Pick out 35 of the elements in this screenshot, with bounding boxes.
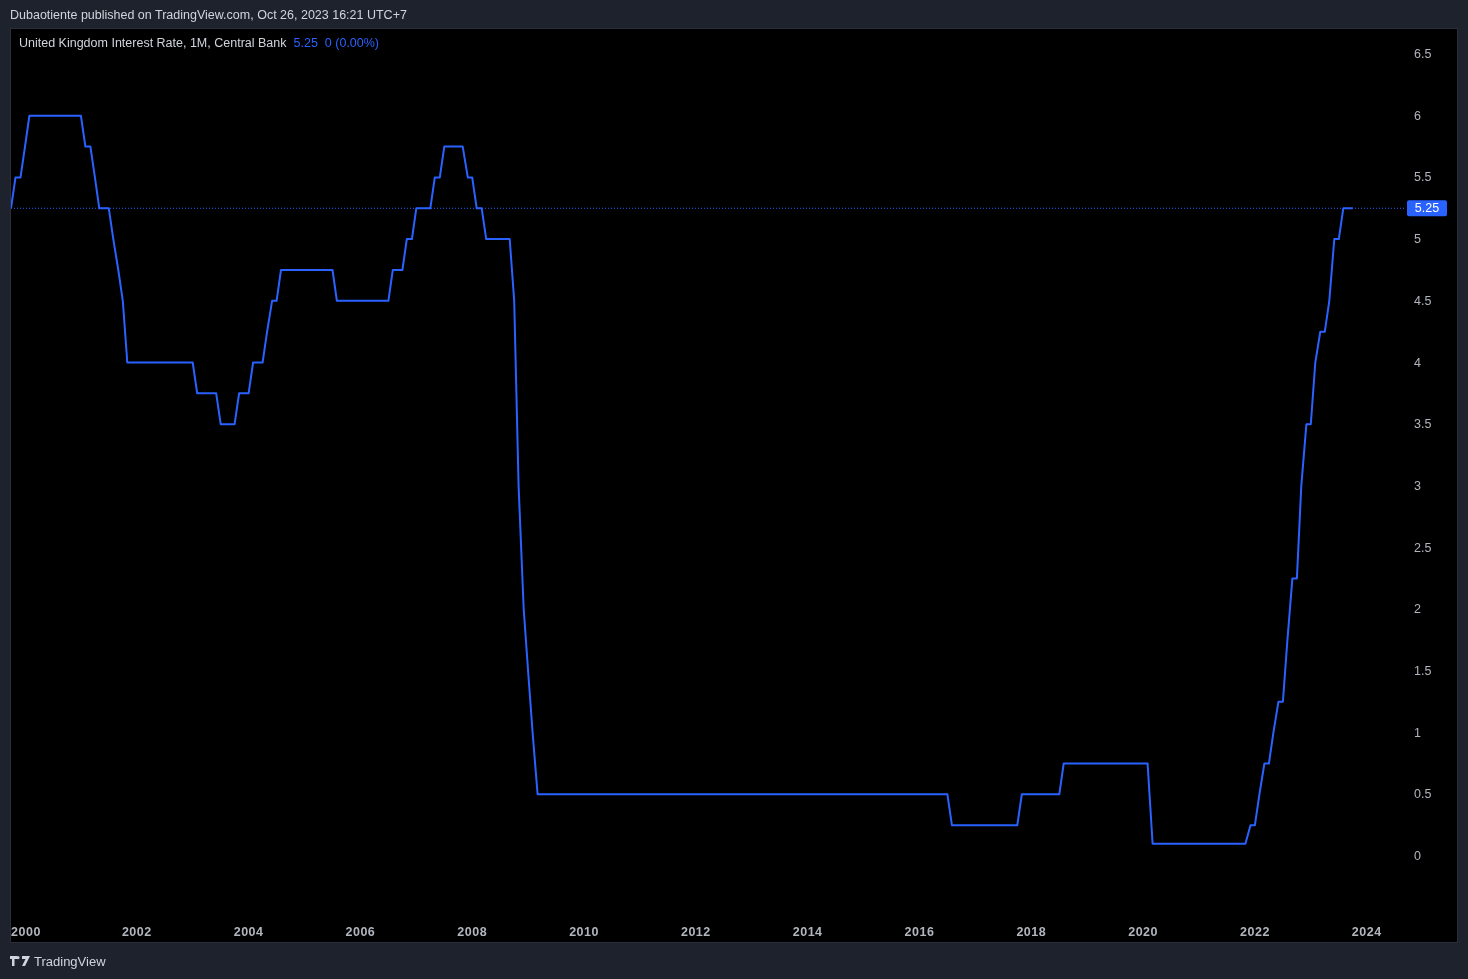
x-axis-label: 2006	[345, 925, 376, 939]
x-axis-label: 2020	[1128, 925, 1159, 939]
y-axis-label: 5	[1414, 232, 1421, 247]
x-axis-label: 2012	[680, 925, 711, 939]
y-axis-label: 1	[1414, 725, 1421, 740]
y-axis-label: 1.5	[1414, 663, 1432, 678]
y-axis-label: 4	[1414, 355, 1421, 370]
y-axis-label: 3.5	[1414, 417, 1432, 432]
x-axis-label: 2002	[121, 925, 152, 939]
y-axis-label: 4.5	[1414, 293, 1432, 308]
x-axis-label: 2018	[1016, 925, 1047, 939]
y-axis-label: 3	[1414, 478, 1421, 493]
x-axis-label: 2024	[1351, 925, 1382, 939]
x-axis-label: 2016	[904, 925, 935, 939]
legend-title: United Kingdom Interest Rate, 1M, Central Bank	[19, 36, 287, 50]
x-axis-label: 2008	[457, 925, 488, 939]
tradingview-logo-icon	[10, 956, 30, 966]
y-axis-label: 6	[1414, 108, 1421, 123]
publish-info: Dubaotiente published on TradingView.com, Oct 26, 2023 16:21 UTC+7	[9, 7, 407, 24]
brand-name: TradingView	[34, 953, 106, 969]
y-axis-label: 6.5	[1414, 47, 1432, 62]
ref-line-label: 5.25	[1414, 201, 1440, 216]
y-axis-label: 5.5	[1414, 170, 1432, 185]
legend-change: 0 (0.00%)	[324, 36, 380, 50]
y-axis-label: 0	[1414, 849, 1421, 864]
x-axis-label: 2014	[792, 925, 823, 939]
legend-value: 5.25	[293, 36, 318, 50]
x-axis-label: 2010	[569, 925, 599, 939]
y-axis-label: 2.5	[1414, 540, 1432, 555]
y-axis-label: 2	[1414, 602, 1421, 617]
x-axis-label: 2000	[11, 925, 41, 939]
x-axis-label: 2022	[1240, 925, 1270, 939]
y-axis-label: 0.5	[1414, 787, 1432, 802]
price-label: 5.25	[1407, 200, 1447, 217]
x-axis-label: 2004	[233, 925, 264, 939]
